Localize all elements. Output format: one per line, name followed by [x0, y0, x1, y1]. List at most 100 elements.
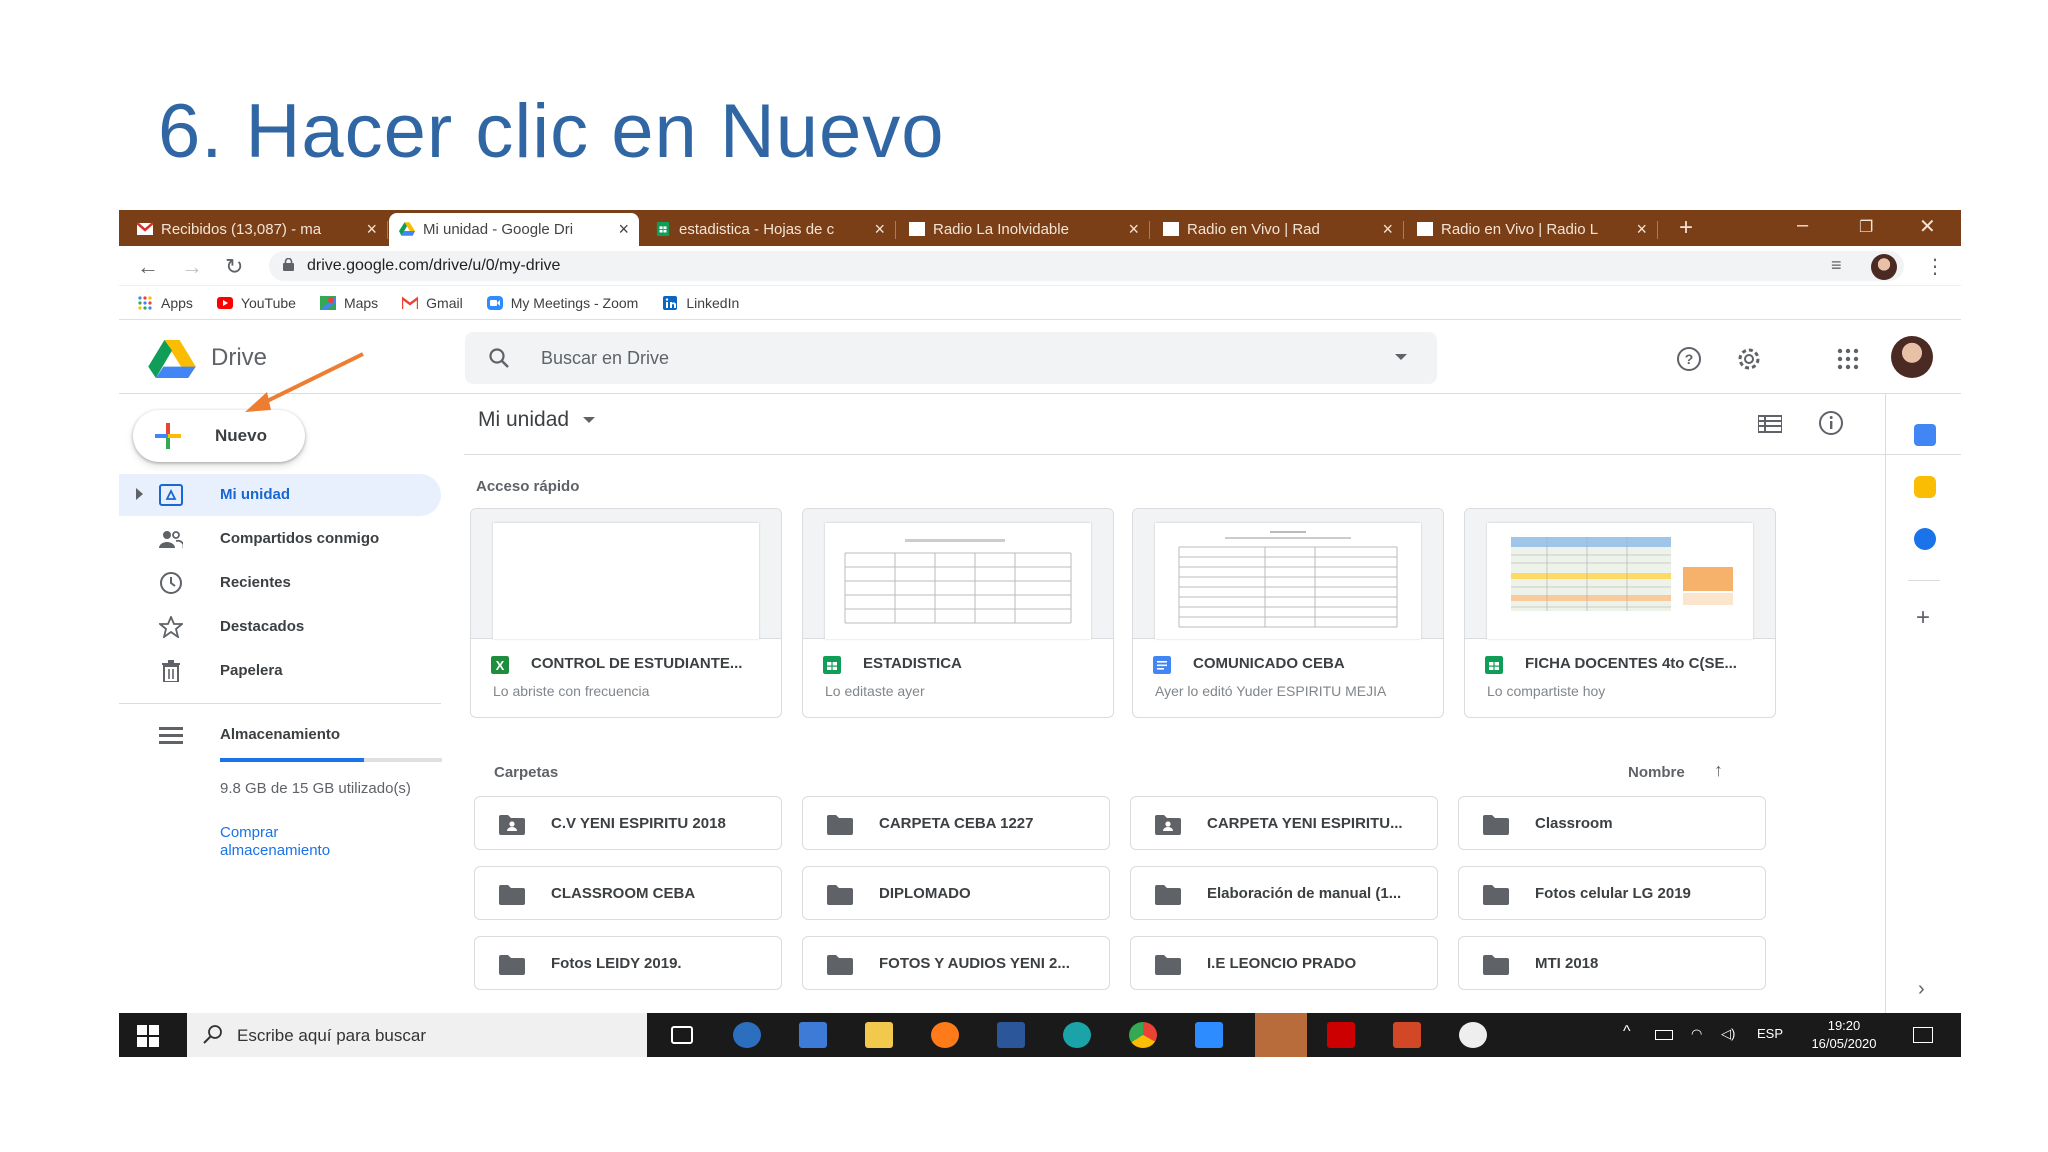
search-options-icon[interactable] — [1395, 354, 1407, 360]
folder-item[interactable]: DIPLOMADO — [802, 866, 1110, 920]
snipping-tool-icon[interactable] — [1459, 1022, 1487, 1048]
acrobat-icon[interactable] — [1327, 1022, 1355, 1048]
bookmark-apps[interactable]: Apps — [137, 295, 193, 311]
battery-icon[interactable] — [1655, 1030, 1673, 1040]
file-explorer-icon[interactable] — [865, 1022, 893, 1048]
add-addon-icon[interactable]: + — [1916, 604, 1930, 632]
folder-item[interactable]: C.V YENI ESPIRITU 2018 — [474, 796, 782, 850]
edge-icon[interactable] — [1063, 1022, 1091, 1048]
forward-icon[interactable]: → — [181, 254, 203, 280]
restore-icon[interactable]: ❐ — [1859, 217, 1873, 237]
windows-start-icon[interactable] — [137, 1025, 159, 1047]
search-input[interactable]: Buscar en Drive — [465, 332, 1437, 384]
folder-item[interactable]: I.E LEONCIO PRADO — [1130, 936, 1438, 990]
sidebar-item-starred[interactable]: Destacados — [119, 606, 441, 648]
bookmark-zoom[interactable]: My Meetings - Zoom — [486, 295, 638, 311]
help-icon[interactable]: ? — [1676, 346, 1702, 372]
tasks-icon[interactable] — [1914, 528, 1936, 550]
sidebar-item-my-drive[interactable]: Mi unidad — [119, 474, 441, 516]
keep-icon[interactable] — [1914, 476, 1936, 498]
side-panel: + › — [1885, 394, 1961, 1019]
url-field[interactable]: drive.google.com/drive/u/0/my-drive ☆ — [269, 251, 1904, 281]
screenshot: Recibidos (13,087) - ma × Mi unidad - Go… — [119, 210, 1961, 1057]
firefox-icon[interactable] — [931, 1022, 959, 1048]
google-drive-logo-icon[interactable] — [147, 340, 197, 378]
account-avatar[interactable] — [1891, 336, 1933, 378]
sheets-icon — [656, 222, 670, 236]
media-queue-icon[interactable]: ≡ — [1831, 255, 1842, 276]
quick-access-card[interactable]: FICHA DOCENTES 4to C(SE... Lo compartist… — [1464, 508, 1776, 718]
language-indicator[interactable]: ESP — [1757, 1026, 1783, 1041]
sort-by-name[interactable]: Nombre — [1628, 764, 1685, 781]
folder-item[interactable]: CARPETA CEBA 1227 — [802, 796, 1110, 850]
quick-access-card[interactable]: ESTADISTICA Lo editaste ayer — [802, 508, 1114, 718]
calendar-icon[interactable] — [1914, 424, 1936, 446]
close-icon[interactable]: × — [1382, 219, 1393, 240]
quick-access-card[interactable]: X CONTROL DE ESTUDIANTE... Lo abriste co… — [470, 508, 782, 718]
folder-item[interactable]: CARPETA YENI ESPIRITU... — [1130, 796, 1438, 850]
sidebar-item-storage[interactable]: Almacenamiento — [119, 714, 441, 756]
chevron-right-icon[interactable]: › — [1918, 978, 1925, 1001]
task-view-icon[interactable] — [671, 1026, 693, 1044]
tray-chevron-up-icon[interactable]: ^ — [1623, 1023, 1631, 1041]
google-drive-icon — [399, 222, 415, 236]
folder-item[interactable]: Classroom — [1458, 796, 1766, 850]
folder-item[interactable]: CLASSROOM CEBA — [474, 866, 782, 920]
close-icon[interactable]: × — [618, 219, 629, 240]
folder-icon — [827, 885, 853, 905]
info-icon[interactable] — [1818, 410, 1844, 436]
tab-radio-vivo-2[interactable]: Radio en Vivo | Radio L × — [1407, 213, 1658, 246]
sidebar-item-shared[interactable]: Compartidos conmigo — [119, 518, 441, 560]
kebab-menu-icon[interactable]: ⋮ — [1925, 254, 1945, 279]
tab-radio-vivo-1[interactable]: Radio en Vivo | Rad × — [1153, 213, 1404, 246]
tab-drive[interactable]: Mi unidad - Google Dri × — [389, 213, 639, 246]
close-icon[interactable]: × — [1128, 219, 1139, 240]
active-chrome-window-icon[interactable] — [1255, 1013, 1307, 1057]
wifi-icon[interactable]: ◠ — [1691, 1026, 1702, 1042]
powerpoint-icon[interactable] — [1393, 1022, 1421, 1048]
dell-icon[interactable] — [733, 1022, 761, 1048]
taskbar-search-input[interactable]: Escribe aquí para buscar — [187, 1013, 647, 1057]
tab-sheets[interactable]: estadistica - Hojas de c × — [645, 213, 896, 246]
minimize-icon[interactable]: – — [1797, 214, 1808, 237]
mail-icon[interactable] — [799, 1022, 827, 1048]
chrome-icon[interactable] — [1129, 1022, 1157, 1048]
volume-icon[interactable]: ◁) — [1721, 1026, 1735, 1042]
new-tab-button[interactable]: + — [1679, 214, 1693, 242]
folder-item[interactable]: Elaboración de manual (1... — [1130, 866, 1438, 920]
zoom-icon[interactable] — [1195, 1022, 1223, 1048]
close-icon[interactable]: × — [366, 219, 377, 240]
quick-access-card[interactable]: COMUNICADO CEBA Ayer lo editó Yuder ESPI… — [1132, 508, 1444, 718]
bookmark-linkedin[interactable]: LinkedIn — [662, 295, 739, 311]
close-icon[interactable]: × — [874, 219, 885, 240]
word-icon[interactable] — [997, 1022, 1025, 1048]
bookmark-youtube[interactable]: YouTube — [216, 295, 296, 311]
bookmark-gmail[interactable]: Gmail — [402, 295, 463, 311]
folder-item[interactable]: FOTOS Y AUDIOS YENI 2... — [802, 936, 1110, 990]
list-view-icon[interactable] — [1758, 414, 1782, 434]
profile-avatar[interactable] — [1871, 254, 1897, 280]
reload-icon[interactable]: ↻ — [225, 254, 243, 280]
bookmark-maps[interactable]: Maps — [319, 295, 378, 311]
notifications-icon[interactable] — [1913, 1027, 1933, 1043]
sort-direction-icon[interactable]: ↑ — [1714, 760, 1723, 781]
sidebar-item-trash[interactable]: Papelera — [119, 650, 441, 692]
folder-item[interactable]: Fotos LEIDY 2019. — [474, 936, 782, 990]
close-icon[interactable]: × — [1636, 219, 1647, 240]
folder-icon — [499, 885, 525, 905]
folder-item[interactable]: Fotos celular LG 2019 — [1458, 866, 1766, 920]
search-icon[interactable] — [487, 346, 511, 370]
buy-storage-link[interactable]: Comprar almacenamiento — [220, 824, 380, 860]
tab-radio-inolvidable[interactable]: Radio La Inolvidable × — [899, 213, 1150, 246]
my-drive-dropdown[interactable]: Mi unidad — [478, 408, 596, 432]
gear-icon[interactable] — [1736, 346, 1762, 372]
google-apps-icon[interactable] — [1835, 346, 1861, 372]
window-close-icon[interactable]: ✕ — [1919, 214, 1936, 239]
sidebar-item-recent[interactable]: Recientes — [119, 562, 441, 604]
folder-item[interactable]: MTI 2018 — [1458, 936, 1766, 990]
taskbar-clock[interactable]: 19:20 16/05/2020 — [1799, 1017, 1889, 1053]
expand-arrow-icon[interactable] — [136, 488, 143, 500]
folder-icon — [1483, 885, 1509, 905]
back-icon[interactable]: ← — [137, 254, 159, 280]
tab-gmail[interactable]: Recibidos (13,087) - ma × — [127, 213, 388, 246]
